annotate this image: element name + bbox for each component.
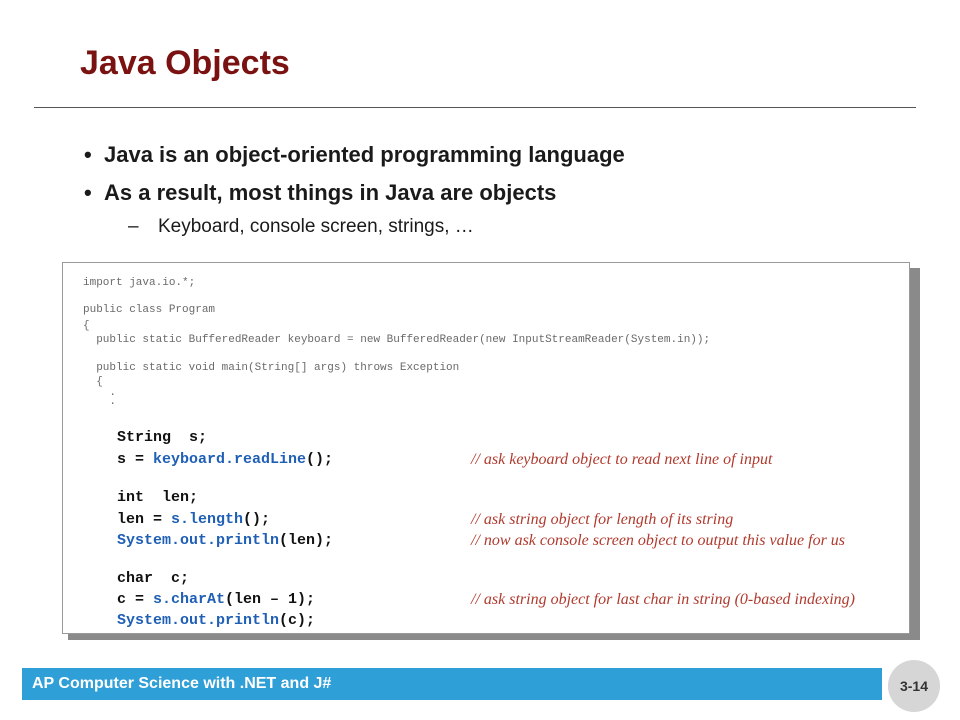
code-line-keyboard-decl: public static BufferedReader keyboard = … [83,334,711,346]
bullet-text: As a result, most things in Java are obj… [104,180,557,205]
footer-course-title: AP Computer Science with .NET and J# [32,675,332,692]
comment-println: // now ask console screen object to outp… [471,532,846,549]
bullet-item-2: • As a result, most things in Java are ob… [84,180,556,206]
slide-title: Java Objects [80,44,290,82]
code-line-class: public class Program [83,304,216,316]
sub-bullet-text: Keyboard, console screen, strings, … [158,216,474,237]
code-line-length: len = s.length(); [117,511,271,528]
comment-length: // ask string object for length of its s… [471,511,734,528]
code-line-println-c: System.out.println(c); [117,612,316,629]
code-line-readline: s = keyboard.readLine(); [117,451,334,468]
code-line-ellipsis-2: . [83,396,117,408]
page-number-badge: 3-14 [888,660,940,712]
sub-bullet-item: – Keyboard, console screen, strings, … [128,216,474,238]
bullet-item-1: • Java is an object-oriented programming … [84,142,625,168]
bullet-text: Java is an object-oriented programming l… [104,142,625,167]
code-line-import: import java.io.*; [83,277,196,289]
code-line-brace: { [83,320,90,332]
code-line-string-decl: String s; [117,429,208,446]
comment-charat: // ask string object for last char in st… [471,591,855,608]
code-line-int-decl: int len; [117,489,199,506]
code-line-main: public static void main(String[] args) t… [83,362,460,374]
title-divider [34,107,916,108]
code-line-println-len: System.out.println(len); [117,532,334,549]
comment-readline: // ask keyboard object to read next line… [471,451,773,468]
bullet-marker: • [84,142,92,167]
code-line-charat: c = s.charAt(len – 1); [117,591,316,608]
code-box: import java.io.*; public class Program {… [62,262,910,634]
sub-bullet-marker: – [128,216,139,237]
bullet-marker: • [84,180,92,205]
code-line-char-decl: char c; [117,570,190,587]
